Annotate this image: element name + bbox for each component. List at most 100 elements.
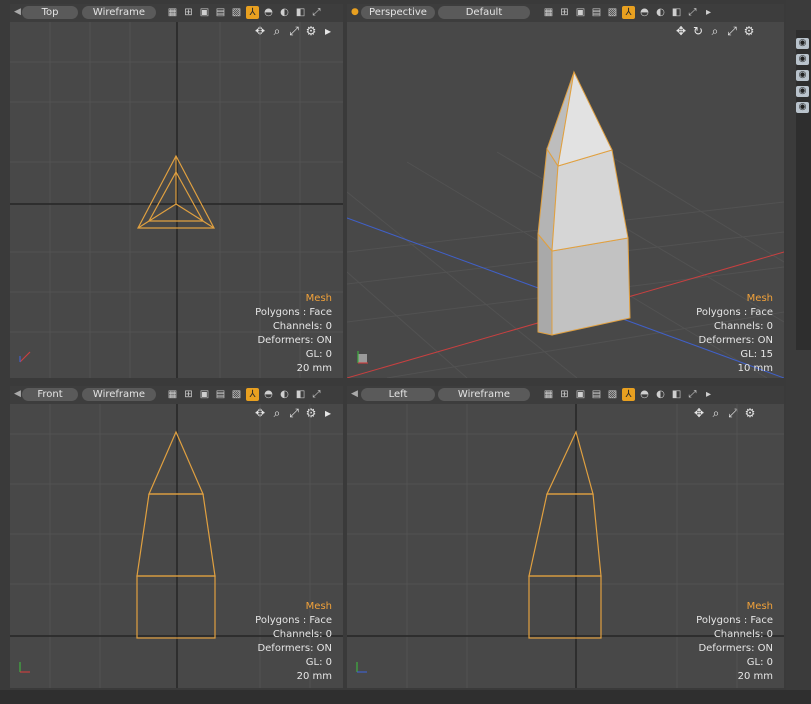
axis-gizmo-icon — [19, 351, 31, 363]
texture-icon[interactable]: ▧ — [606, 6, 619, 19]
camera-icon[interactable]: ◐ — [654, 388, 667, 401]
lighting-icon[interactable]: ◓ — [638, 6, 651, 19]
viewport-left[interactable]: ◀ Left Wireframe ▦ ⊞ ▣ ▤ ▧ ⅄ ◓ ◐ ◧ ⤢ ▸ ✥… — [347, 386, 784, 688]
viewport-info: Mesh Polygons : Face Channels: 0 Deforme… — [696, 292, 773, 376]
lighting-icon[interactable]: ◓ — [262, 6, 275, 19]
camera-icon[interactable]: ◐ — [278, 388, 291, 401]
viewport-top[interactable]: ◀ Top Wireframe ▦ ⊞ ▣ ▤ ▧ ⅄ ◓ ◐ ◧ ⤢ ✥ ⌕ … — [10, 4, 343, 378]
info-gl: GL: 0 — [305, 349, 332, 360]
info-gl: GL: 15 — [740, 349, 773, 360]
view-type-dropdown[interactable]: Perspective — [361, 6, 435, 19]
selection-icon[interactable]: ⤢ — [686, 388, 699, 401]
axis-gizmo-icon — [356, 662, 367, 673]
display-icon[interactable]: ◧ — [294, 6, 307, 19]
display-icon[interactable]: ◧ — [670, 388, 683, 401]
texture-icon[interactable]: ▧ — [606, 388, 619, 401]
viewport-header: ● Perspective Default ▦ ⊞ ▣ ▤ ▧ ⅄ ◓ ◐ ◧ … — [347, 4, 784, 22]
axis-toggle-icon[interactable]: ⅄ — [622, 388, 635, 401]
frame-icon[interactable]: ▣ — [198, 388, 211, 401]
layers-icon[interactable]: ▤ — [590, 388, 603, 401]
display-icon[interactable]: ◧ — [670, 6, 683, 19]
view-type-dropdown[interactable]: Top — [22, 6, 78, 19]
bottom-status-bar — [0, 690, 811, 704]
checker-icon[interactable]: ▦ — [542, 6, 555, 19]
info-unit: 20 mm — [296, 363, 332, 374]
selection-icon[interactable]: ⤢ — [310, 6, 323, 19]
shading-mode-dropdown[interactable]: Wireframe — [82, 388, 156, 401]
visibility-eye-icon[interactable]: ◉ — [796, 54, 809, 65]
info-mesh: Mesh — [305, 601, 332, 612]
texture-icon[interactable]: ▧ — [230, 6, 243, 19]
frame-icon[interactable]: ▣ — [574, 6, 587, 19]
mesh-shaded[interactable] — [537, 70, 631, 336]
axis-gizmo-icon — [357, 351, 368, 364]
camera-icon[interactable]: ◐ — [654, 6, 667, 19]
axis-toggle-icon[interactable]: ⅄ — [246, 6, 259, 19]
frame-icon[interactable]: ▣ — [198, 6, 211, 19]
axis-toggle-icon[interactable]: ⅄ — [622, 6, 635, 19]
mesh-wireframe[interactable] — [528, 430, 602, 639]
info-channels: Channels: 0 — [713, 629, 773, 640]
viewport-collapse-icon[interactable]: ● — [351, 7, 359, 17]
visibility-eye-icon[interactable]: ◉ — [796, 102, 809, 113]
lighting-icon[interactable]: ◓ — [638, 388, 651, 401]
viewport-info: Mesh Polygons : Face Channels: 0 Deforme… — [255, 292, 332, 376]
info-deformers: Deformers: ON — [257, 335, 332, 346]
layers-icon[interactable]: ▤ — [590, 6, 603, 19]
checker-icon[interactable]: ▦ — [166, 6, 179, 19]
info-mesh: Mesh — [746, 601, 773, 612]
info-channels: Channels: 0 — [272, 629, 332, 640]
texture-icon[interactable]: ▧ — [230, 388, 243, 401]
info-channels: Channels: 0 — [713, 321, 773, 332]
info-polygons: Polygons : Face — [255, 307, 332, 318]
frame-icon[interactable]: ▣ — [574, 388, 587, 401]
viewport-collapse-icon[interactable]: ◀ — [351, 389, 358, 399]
viewport-info: Mesh Polygons : Face Channels: 0 Deforme… — [696, 600, 773, 684]
layers-icon[interactable]: ▤ — [214, 388, 227, 401]
selection-icon[interactable]: ⤢ — [310, 388, 323, 401]
info-channels: Channels: 0 — [272, 321, 332, 332]
info-unit: 20 mm — [737, 671, 773, 682]
viewport-info: Mesh Polygons : Face Channels: 0 Deforme… — [255, 600, 332, 684]
grid-icon[interactable]: ⊞ — [182, 388, 195, 401]
info-polygons: Polygons : Face — [696, 615, 773, 626]
viewport-front[interactable]: ◀ Front Wireframe ▦ ⊞ ▣ ▤ ▧ ⅄ ◓ ◐ ◧ ⤢ ✥ … — [10, 386, 343, 688]
info-polygons: Polygons : Face — [255, 615, 332, 626]
axis-toggle-icon[interactable]: ⅄ — [246, 388, 259, 401]
camera-icon[interactable]: ◐ — [278, 6, 291, 19]
viewport-header: ◀ Left Wireframe ▦ ⊞ ▣ ▤ ▧ ⅄ ◓ ◐ ◧ ⤢ ▸ — [347, 386, 784, 404]
mesh-wireframe[interactable] — [136, 430, 216, 639]
info-unit: 20 mm — [296, 671, 332, 682]
info-deformers: Deformers: ON — [698, 643, 773, 654]
display-icon[interactable]: ◧ — [294, 388, 307, 401]
checker-icon[interactable]: ▦ — [166, 388, 179, 401]
info-polygons: Polygons : Face — [696, 307, 773, 318]
visibility-eye-icon[interactable]: ◉ — [796, 86, 809, 97]
shading-mode-dropdown[interactable]: Default — [438, 6, 530, 19]
info-gl: GL: 0 — [746, 657, 773, 668]
grid-icon[interactable]: ⊞ — [558, 6, 571, 19]
view-type-dropdown[interactable]: Left — [361, 388, 435, 401]
mesh-wireframe[interactable] — [137, 154, 215, 229]
viewport-collapse-icon[interactable]: ◀ — [14, 389, 21, 399]
viewport-header: ◀ Top Wireframe ▦ ⊞ ▣ ▤ ▧ ⅄ ◓ ◐ ◧ ⤢ — [10, 4, 343, 22]
info-deformers: Deformers: ON — [698, 335, 773, 346]
visibility-eye-icon[interactable]: ◉ — [796, 38, 809, 49]
expand-arrow-icon[interactable]: ▸ — [702, 388, 715, 401]
info-unit: 10 mm — [737, 363, 773, 374]
viewport-perspective[interactable]: ● Perspective Default ▦ ⊞ ▣ ▤ ▧ ⅄ ◓ ◐ ◧ … — [347, 4, 784, 378]
grid-icon[interactable]: ⊞ — [558, 388, 571, 401]
selection-icon[interactable]: ⤢ — [686, 6, 699, 19]
lighting-icon[interactable]: ◓ — [262, 388, 275, 401]
shading-mode-dropdown[interactable]: Wireframe — [438, 388, 530, 401]
info-mesh: Mesh — [305, 293, 332, 304]
visibility-eye-icon[interactable]: ◉ — [796, 70, 809, 81]
viewport-collapse-icon[interactable]: ◀ — [14, 7, 21, 17]
grid-icon[interactable]: ⊞ — [182, 6, 195, 19]
shading-mode-dropdown[interactable]: Wireframe — [82, 6, 156, 19]
view-type-dropdown[interactable]: Front — [22, 388, 78, 401]
checker-icon[interactable]: ▦ — [542, 388, 555, 401]
info-mesh: Mesh — [746, 293, 773, 304]
layers-icon[interactable]: ▤ — [214, 6, 227, 19]
expand-arrow-icon[interactable]: ▸ — [702, 6, 715, 19]
